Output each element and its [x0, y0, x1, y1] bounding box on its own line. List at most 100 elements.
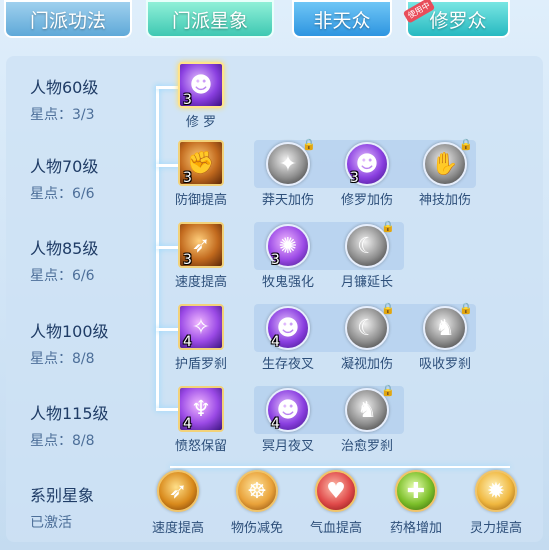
lock-icon: 🔒: [381, 220, 395, 233]
level-stars: 星点：8/8: [30, 433, 95, 449]
subskill-icon-frame: ☻ 3: [345, 142, 389, 186]
skill-points: 3: [183, 252, 192, 268]
level-60: 人物60级 星点：3/3: [30, 74, 98, 124]
system-icon-frame: ✹: [475, 470, 517, 512]
skill-node[interactable]: ✊ 3 防御提高: [166, 140, 236, 208]
subskill-node[interactable]: ✦ 🔒 莽天加伤: [253, 138, 323, 208]
tab-sect-stars[interactable]: 门派星象: [146, 0, 274, 38]
subskill-label: 修罗加伤: [340, 193, 393, 208]
system-node[interactable]: ♥ 气血提高: [300, 470, 372, 536]
subskill-icon-frame: ✺ 3: [266, 224, 310, 268]
skill-label: 愤怒保留: [174, 439, 227, 454]
subskill-icon-frame: ☻ 4: [266, 388, 310, 432]
level-115: 人物115级 星点：8/8: [30, 400, 109, 450]
subskill-node[interactable]: ☻ 4 生存夜叉: [253, 306, 323, 372]
subskill-icon-frame: ✦ 🔒: [266, 138, 316, 186]
level-stars: 星点：6/6: [30, 186, 95, 202]
skill-label: 修 罗: [185, 115, 217, 130]
tab-label: 非天众: [313, 9, 371, 32]
sparkle-hand-icon: ✹: [486, 478, 506, 504]
subskill-node[interactable]: ♞ 🔒 吸收罗刹: [410, 302, 480, 372]
skill-label: 防御提高: [174, 193, 227, 208]
system-title: 系别星象: [30, 486, 95, 505]
subskill-node[interactable]: ☾ 🔒 凝视加伤: [332, 302, 402, 372]
lock-icon: 🔒: [459, 302, 473, 315]
tab-sect-skills[interactable]: 门派功法: [4, 0, 132, 38]
subskill-label: 生存夜叉: [261, 357, 314, 372]
subskill-label: 吸收罗刹: [418, 357, 471, 372]
subskill-label: 牧鬼强化: [261, 275, 314, 290]
lock-icon: 🔒: [381, 302, 395, 315]
system-node[interactable]: ☸ 物伤减免: [221, 470, 293, 536]
skill-icon-frame: ✧ 4: [178, 304, 224, 350]
subskill-icon-frame: ☾ 🔒: [345, 302, 395, 350]
system-label: 灵力提高: [469, 521, 522, 536]
system-label: 药格增加: [389, 521, 442, 536]
level-title: 人物115级: [30, 404, 109, 423]
system-label: 速度提高: [151, 521, 204, 536]
lock-icon: 🔒: [459, 138, 473, 151]
skill-label: 速度提高: [174, 275, 227, 290]
lock-icon: 🔒: [302, 138, 316, 151]
skill-points: 3: [271, 252, 280, 268]
subskill-node[interactable]: ☾ 🔒 月镰延长: [332, 220, 402, 290]
skill-points: 3: [183, 92, 192, 108]
level-stars: 星点：3/3: [30, 107, 95, 123]
subskill-label: 冥月夜叉: [261, 439, 314, 454]
subskill-icon-frame: ♞ 🔒: [345, 384, 395, 432]
system-icon-frame: ✚: [395, 470, 437, 512]
heart-icon: ♥: [326, 478, 346, 504]
skill-icon-frame: ☻ 3: [178, 62, 224, 108]
subskill-icon-frame: ☾ 🔒: [345, 220, 395, 268]
system-node[interactable]: ✚ 药格增加: [380, 470, 452, 536]
tab-label: 修罗众: [429, 9, 487, 32]
system-stars: 系别星象 已激活: [30, 482, 94, 532]
subskill-node[interactable]: ♞ 🔒 治愈罗刹: [332, 384, 402, 454]
skill-points: 4: [183, 334, 192, 350]
skill-node[interactable]: ☻ 3 修 罗: [166, 62, 236, 130]
subskill-node[interactable]: ☻ 4 冥月夜叉: [253, 388, 323, 454]
skill-points: 4: [271, 334, 280, 350]
subskill-label: 凝视加伤: [340, 357, 393, 372]
level-title: 人物60级: [30, 78, 99, 97]
potion-icon: ✚: [406, 478, 426, 504]
subskill-node[interactable]: ✋ 🔒 神技加伤: [410, 138, 480, 208]
system-icon-frame: ☸: [236, 470, 278, 512]
lock-icon: 🔒: [381, 384, 395, 397]
meditation-icon: ☸: [247, 478, 267, 504]
skill-node[interactable]: ➶ 3 速度提高: [166, 222, 236, 290]
skill-points: 3: [350, 170, 359, 186]
level-title: 人物100级: [30, 322, 109, 341]
subskill-node[interactable]: ☻ 3 修罗加伤: [332, 142, 402, 208]
level-85: 人物85级 星点：6/6: [30, 235, 98, 285]
subskill-label: 神技加伤: [418, 193, 471, 208]
tab-label: 门派星象: [171, 9, 248, 32]
level-title: 人物85级: [30, 239, 99, 258]
skill-icon-frame: ➶ 3: [178, 222, 224, 268]
subskill-label: 月镰延长: [340, 275, 393, 290]
system-node[interactable]: ✹ 灵力提高: [460, 470, 532, 536]
skill-label: 护盾罗刹: [174, 357, 227, 372]
level-70: 人物70级 星点：6/6: [30, 153, 98, 203]
level-100: 人物100级 星点：8/8: [30, 318, 109, 368]
skill-icon-frame: ♆ 4: [178, 386, 224, 432]
system-label: 物伤减免: [230, 521, 283, 536]
skill-icon-frame: ✊ 3: [178, 140, 224, 186]
system-line: [170, 466, 510, 468]
skill-node[interactable]: ✧ 4 护盾罗刹: [166, 304, 236, 372]
tab-feitian[interactable]: 非天众: [292, 0, 392, 38]
running-figure-icon: ➶: [168, 478, 188, 504]
subskill-node[interactable]: ✺ 3 牧鬼强化: [253, 224, 323, 290]
subskill-icon-frame: ✋ 🔒: [423, 138, 473, 186]
skill-node[interactable]: ♆ 4 愤怒保留: [166, 386, 236, 454]
level-title: 人物70级: [30, 157, 99, 176]
level-stars: 星点：8/8: [30, 351, 95, 367]
system-node[interactable]: ➶ 速度提高: [142, 470, 214, 536]
skill-points: 4: [183, 416, 192, 432]
level-stars: 星点：6/6: [30, 268, 95, 284]
tab-label: 门派功法: [29, 9, 106, 32]
tab-xiuluo[interactable]: 使用中 修罗众: [402, 0, 510, 38]
subskill-label: 莽天加伤: [261, 193, 314, 208]
system-icon-frame: ♥: [315, 470, 357, 512]
system-icon-frame: ➶: [157, 470, 199, 512]
